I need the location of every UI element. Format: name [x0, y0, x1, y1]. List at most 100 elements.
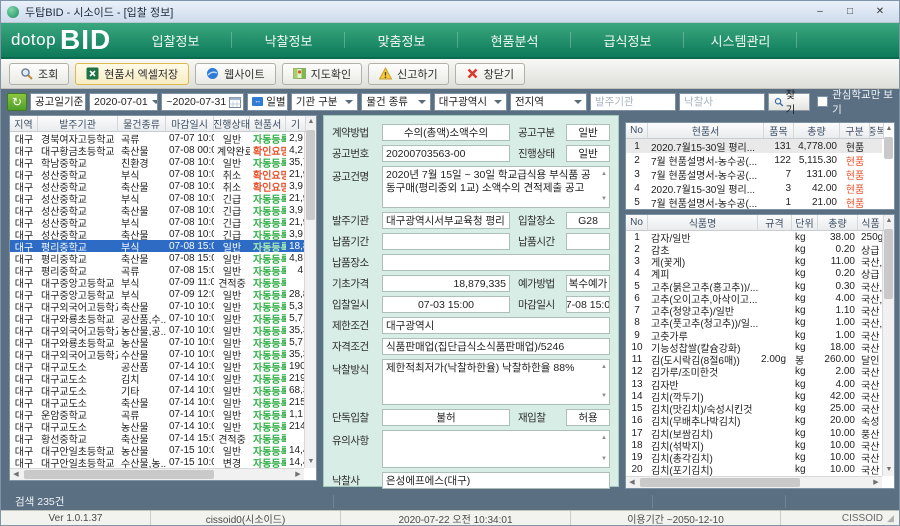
table-row[interactable]: 대구성산중학교부식07-08 10:00긴급자동등록21,9 [10, 192, 304, 204]
scroll-left-icon[interactable]: ◀ [626, 477, 638, 489]
column-header[interactable]: No [626, 123, 648, 138]
scrollbar-thumb[interactable] [884, 229, 893, 299]
excel-save-button[interactable]: 현품서 엑셀저장 [75, 63, 189, 85]
table-row[interactable]: 대구대구중앙고등학교부식07-09 11:00견적중자동등록 [10, 276, 304, 288]
table-row[interactable]: 대구대구안일초등학교수산물,농...07-15 10:00변경자동등록14,4 [10, 456, 304, 468]
maximize-button[interactable]: □ [837, 4, 863, 20]
table-row[interactable]: 대구성산중학교부식07-08 10:00긴급자동등록21,9 [10, 216, 304, 228]
subregion-select[interactable]: 전지역 [510, 93, 587, 111]
column-header[interactable]: 마감일시 [166, 116, 214, 131]
table-row[interactable]: 10기능성찹쌀(칼슘강화)kg18.00국산 [626, 341, 882, 353]
nav-item-meal-info[interactable]: 급식정보 [571, 23, 684, 57]
column-header[interactable]: 총량 [818, 215, 858, 230]
table-row[interactable]: 19김치(총각김치)kg10.00국산 [626, 452, 882, 464]
scroll-down-icon[interactable]: ▼ [601, 193, 607, 206]
horizontal-scrollbar[interactable]: ◀ ▶ [10, 468, 304, 480]
column-header[interactable]: 단위 [792, 215, 818, 230]
table-row[interactable]: 18김치(섞박지)kg10.00국산 [626, 439, 882, 451]
vertical-scrollbar[interactable]: ▲ ▼ [882, 215, 894, 476]
table-row[interactable]: 37월 현품설명서-농수공(...7131.00현품 [626, 167, 882, 181]
date-to-select[interactable]: ~2020-07-31 [161, 93, 244, 111]
column-header[interactable]: 중복 [870, 123, 884, 138]
scroll-up-icon[interactable]: ▲ [601, 432, 607, 445]
column-header[interactable]: 총량 [794, 123, 840, 138]
table-row[interactable]: 14김치(깍두기)kg42.00국산 [626, 390, 882, 402]
table-row[interactable]: 12김가루/조미한것kg2.00국산 [626, 366, 882, 378]
table-row[interactable]: 5고추(붉은고추(홍고추))/...kg0.30국산, [626, 280, 882, 292]
table-row[interactable]: 3게(꽃게)kg11.00국산, [626, 256, 882, 268]
nav-item-goods-analysis[interactable]: 현품분석 [458, 23, 571, 57]
table-row[interactable]: 12020.7월15-30일 평리...1314,778.00현품 [626, 139, 882, 153]
column-header[interactable]: 규격 [758, 215, 792, 230]
column-header[interactable]: 발주기관 [38, 116, 118, 131]
table-row[interactable]: 대구대구외국어고등학교축산물07-10 10:00일반자동등록5,3 [10, 300, 304, 312]
scroll-down-icon[interactable]: ▼ [601, 390, 607, 403]
date-from-select[interactable]: 2020-07-01 [89, 93, 158, 111]
table-row[interactable]: 대구성산중학교축산물07-08 10:00긴급자동등록3,9 [10, 228, 304, 240]
table-row[interactable]: 대구대구와룡초등학교공산품,수...07-10 10:00일반자동등록5,7 [10, 312, 304, 324]
table-row[interactable]: 대구학남중학교친환경07-08 10:00일반자동등록35,7 [10, 156, 304, 168]
table-row[interactable]: 13김자반kg4.00국산 [626, 378, 882, 390]
scroll-right-icon[interactable]: ▶ [292, 469, 304, 481]
table-row[interactable]: 대구대구외국어고등학교농산물,공...07-10 10:00일반자동등록35,3 [10, 324, 304, 336]
table-row[interactable]: 대구성산중학교부식07-08 10:00취소확인요망21,9 [10, 168, 304, 180]
table-row[interactable]: 대구평리중학교곡류07-08 15:00일반자동등록4 [10, 264, 304, 276]
nav-item-custom-info[interactable]: 맞춤정보 [345, 23, 458, 57]
winner-input[interactable] [679, 93, 765, 111]
table-row[interactable]: 16김치(무배추나박김치)kg20.00숙성 [626, 415, 882, 427]
region-select[interactable]: 대구광역시 [434, 93, 507, 111]
website-button[interactable]: 웹사이트 [195, 63, 275, 85]
scroll-up-icon[interactable]: ▲ [305, 116, 317, 128]
close-window-button[interactable]: 창닫기 [455, 63, 525, 85]
table-row[interactable]: 2감초kg0.20상급 [626, 243, 882, 255]
column-header[interactable]: 현품서 [648, 123, 764, 138]
table-row[interactable]: 대구대구안일초등학교농산물07-15 10:00일반자동등록14,4 [10, 444, 304, 456]
nav-item-bid-info[interactable]: 입찰정보 [119, 23, 232, 57]
table-row[interactable]: 대구운암중학교곡류07-14 10:00일반자동등록1,1 [10, 408, 304, 420]
note-field[interactable]: ▲▼ [382, 430, 610, 468]
table-row[interactable]: 4계피kg0.20상급 [626, 268, 882, 280]
table-row[interactable]: 대구평리중학교축산물07-08 15:00일반자동등록4,8 [10, 252, 304, 264]
search-button[interactable]: 조회 [9, 63, 69, 85]
table-row[interactable]: 9고춧가루kg1.00국산 [626, 329, 882, 341]
notice-title-field[interactable]: 2020년 7월 15일 ~ 30일 학교급식용 부식품 공동구매(평리중외 1… [382, 166, 610, 208]
table-row[interactable]: 6고추(오이고추,아삭이고...kg4.00국산, [626, 292, 882, 304]
table-row[interactable]: 대구대구중앙고등학교부식07-09 12:00일반자동등록28,8 [10, 288, 304, 300]
nav-item-system-admin[interactable]: 시스템관리 [684, 23, 797, 57]
table-row[interactable]: 대구대구교도소기타07-14 10:00일반자동등록68,3 [10, 384, 304, 396]
column-header[interactable]: 현품서 [250, 116, 286, 131]
date-basis-select[interactable]: 공고일기준 [30, 93, 86, 111]
table-row[interactable]: 11김(도시락김(8절6매))2.00g봉260.00달인 [626, 354, 882, 366]
scroll-left-icon[interactable]: ◀ [10, 469, 22, 481]
scrollbar-thumb[interactable] [884, 137, 893, 159]
table-row[interactable]: 27월 현품설명서-농수공(...1225,115.30현품 [626, 153, 882, 167]
column-header[interactable]: 물건종류 [118, 116, 166, 131]
table-row[interactable]: 대구성산중학교축산물07-08 10:00긴급자동등록3,9 [10, 204, 304, 216]
item-type-select[interactable]: 물건 종류 [361, 93, 430, 111]
table-row[interactable]: 대구대구황금초등학교축산물07-08 00:00계약완료확인요망4,2 [10, 144, 304, 156]
find-button[interactable]: 찾기 [768, 93, 810, 111]
table-row[interactable]: 42020.7월15-30일 평리...342.00현품 [626, 181, 882, 195]
nav-item-award-info[interactable]: 낙찰정보 [232, 23, 345, 57]
daily-button[interactable]: ↔ 일별 [247, 93, 288, 111]
table-row[interactable]: 대구성산중학교축산물07-08 10:00취소확인요망3,9 [10, 180, 304, 192]
table-row[interactable]: 57월 현품설명서-농수공(...121.00현품 [626, 195, 882, 209]
scroll-down-icon[interactable]: ▼ [883, 122, 895, 123]
close-button[interactable]: ✕ [867, 4, 893, 20]
table-row[interactable]: 8고추(풋고추(청고추))/일...kg1.00국산, [626, 317, 882, 329]
table-row[interactable]: 대구대구교도소축산물07-14 10:00일반자동등록215, [10, 396, 304, 408]
scroll-down-icon[interactable]: ▼ [883, 464, 895, 476]
table-row[interactable]: 15김치(맛김치)/숙성시킨것kg25.00국산 [626, 403, 882, 415]
vertical-scrollbar[interactable]: ▲ ▼ [304, 116, 316, 468]
column-header[interactable]: 기 [286, 116, 306, 131]
scrollbar-thumb[interactable] [24, 470, 214, 479]
column-header[interactable]: No [626, 215, 648, 230]
column-header[interactable]: 식품 [858, 215, 884, 230]
horizontal-scrollbar[interactable]: ◀ ▶ [626, 476, 882, 488]
minimize-button[interactable]: – [807, 4, 833, 20]
report-button[interactable]: 신고하기 [368, 63, 448, 85]
scroll-up-icon[interactable]: ▲ [883, 215, 895, 227]
table-row[interactable]: 대구경북여자고등학교곡류07-07 10:00일반자동등록2,9 [10, 132, 304, 144]
scroll-up-icon[interactable]: ▲ [601, 361, 607, 374]
award-method-field[interactable]: 제한적최저가(낙찰하한율) 낙찰하한율 88%▲▼ [382, 359, 610, 405]
